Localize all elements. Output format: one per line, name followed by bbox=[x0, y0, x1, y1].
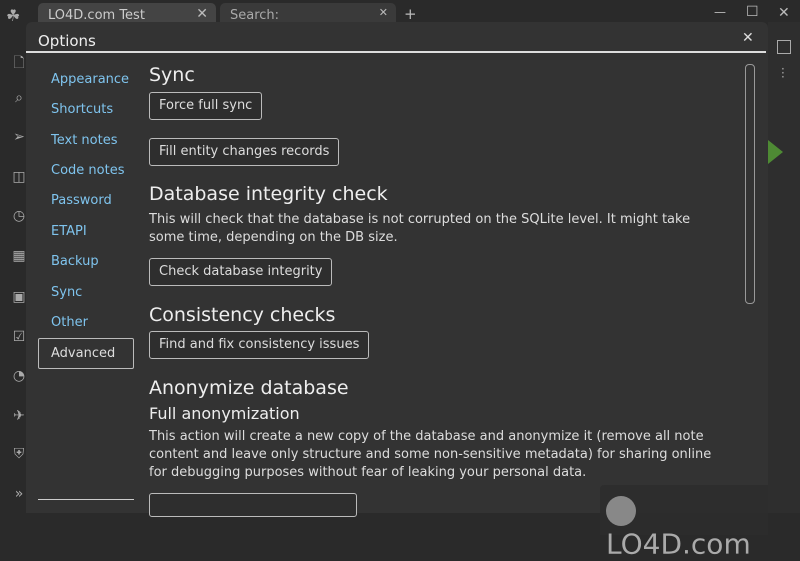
minimize-button[interactable]: — bbox=[714, 5, 726, 19]
close-tab-icon[interactable]: ✕ bbox=[379, 6, 388, 19]
scrollbar[interactable] bbox=[745, 64, 755, 304]
nav-appearance[interactable]: Appearance bbox=[51, 72, 129, 87]
dialog-title: Options bbox=[38, 32, 96, 50]
app-logo: ☘ bbox=[6, 6, 21, 25]
right-panel: · · · bbox=[768, 22, 800, 513]
watermark-logo-icon bbox=[606, 496, 636, 526]
force-full-sync-button[interactable]: Force full sync bbox=[149, 92, 263, 120]
nav-text-notes[interactable]: Text notes bbox=[51, 133, 118, 148]
sync-heading: Sync bbox=[149, 64, 195, 86]
find-fix-consistency-button[interactable]: Find and fix consistency issues bbox=[149, 331, 370, 359]
nav-password[interactable]: Password bbox=[51, 193, 112, 208]
nav-backup[interactable]: Backup bbox=[51, 254, 99, 269]
more-icon[interactable]: · · · bbox=[781, 63, 785, 83]
anonymize-description: This action will create a new copy of th… bbox=[149, 429, 712, 480]
run-icon[interactable] bbox=[768, 140, 783, 164]
nav-code-notes[interactable]: Code notes bbox=[51, 163, 124, 178]
nav-etapi[interactable]: ETAPI bbox=[51, 224, 87, 239]
tab-label: LO4D.com Test bbox=[48, 8, 145, 23]
nav-shortcuts[interactable]: Shortcuts bbox=[51, 102, 113, 117]
nav-divider bbox=[38, 499, 134, 500]
integrity-description: This will check that the database is not… bbox=[149, 212, 691, 245]
full-anonymization-heading: Full anonymization bbox=[149, 404, 300, 423]
new-tab-button[interactable]: + bbox=[404, 5, 417, 23]
nav-sync[interactable]: Sync bbox=[51, 285, 82, 300]
anonymize-heading: Anonymize database bbox=[149, 377, 349, 399]
watermark: LO4D.com bbox=[600, 485, 768, 561]
consistency-heading: Consistency checks bbox=[149, 304, 336, 326]
nav-advanced[interactable]: Advanced bbox=[38, 338, 134, 369]
close-tab-icon[interactable]: ✕ bbox=[196, 6, 208, 22]
tab-label: Search: bbox=[230, 8, 280, 23]
options-dialog: Options ✕ Appearance Shortcuts Text note… bbox=[26, 22, 768, 561]
dialog-close-button[interactable]: ✕ bbox=[742, 30, 754, 46]
anonymize-button[interactable] bbox=[149, 493, 357, 517]
toggle-panel-icon[interactable] bbox=[777, 40, 791, 54]
integrity-heading: Database integrity check bbox=[149, 183, 388, 205]
watermark-text: LO4D.com bbox=[606, 527, 751, 561]
title-divider bbox=[26, 51, 766, 53]
check-integrity-button[interactable]: Check database integrity bbox=[149, 258, 333, 286]
fill-entity-changes-button[interactable]: Fill entity changes records bbox=[149, 138, 340, 166]
nav-other[interactable]: Other bbox=[51, 315, 88, 330]
close-window-button[interactable]: ✕ bbox=[778, 5, 790, 21]
maximize-button[interactable]: ☐ bbox=[746, 4, 759, 20]
